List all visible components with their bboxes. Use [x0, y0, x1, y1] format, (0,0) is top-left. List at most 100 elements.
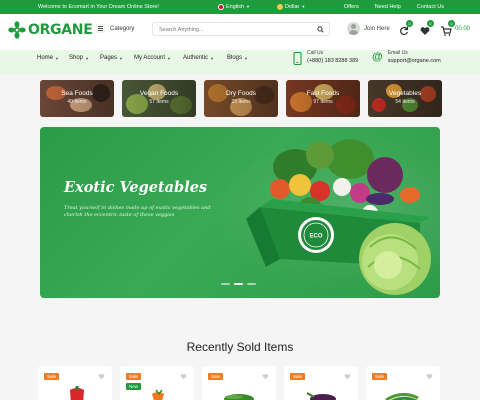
category-count: 57 Items — [149, 99, 169, 105]
sale-badge: Sale — [126, 373, 142, 380]
nav-item-label: Shop — [69, 55, 84, 61]
nav-item-label: Pages — [100, 55, 118, 61]
phone-icon — [293, 52, 302, 65]
welcome-text: Welcome to Ecomart in Your Dream Online … — [38, 4, 159, 10]
contact-us-link[interactable]: Contact Us — [417, 4, 444, 10]
compare-count-badge: 0 — [406, 20, 413, 27]
nav-item-my-account[interactable]: My Account ▼ — [134, 55, 171, 61]
nav-item-label: Home — [37, 55, 54, 61]
slider-dot[interactable] — [221, 283, 230, 285]
chevron-down-icon: ▼ — [167, 55, 171, 61]
menu-icon — [96, 24, 105, 33]
main-nav: Home ▼ Shop ▼ Pages ▼ My Account ▼ Authentic… — [0, 50, 480, 74]
category-button[interactable]: Category — [96, 24, 134, 33]
chevron-down-icon: ▼ — [55, 55, 59, 61]
cucumber-icon — [224, 394, 254, 400]
nav-item-home[interactable]: Home ▼ — [37, 55, 59, 61]
new-badge: New — [126, 383, 142, 390]
category-card-fast-foods[interactable]: Fast Foods 97 Items — [286, 80, 360, 117]
header: ORGANE Category Join Here 0 — [0, 14, 480, 50]
heart-icon[interactable] — [426, 373, 433, 380]
product-card[interactable]: Sale — [38, 366, 112, 400]
login-label: Join Here — [364, 25, 390, 32]
language-selector[interactable]: English ▼ — [218, 3, 251, 10]
flag-icon — [218, 3, 224, 10]
pepper-icon — [70, 386, 84, 400]
cart-count-badge: 0 — [448, 20, 455, 27]
category-cards: Sea Foods 40 Items Vegan Foods 57 Items … — [40, 80, 442, 118]
need-help-link[interactable]: Need Help — [375, 4, 401, 10]
heart-icon[interactable] — [344, 373, 351, 380]
wishlist-count-badge: 0 — [427, 20, 434, 27]
heart-icon[interactable] — [180, 373, 187, 380]
search-input[interactable] — [159, 25, 309, 34]
eggplant-icon — [306, 392, 336, 400]
category-name: Fast Foods — [306, 90, 340, 97]
phone-number[interactable]: (+880) 183 8288 389 — [307, 58, 358, 64]
email-address[interactable]: support@organe.com — [388, 58, 441, 64]
hero-banner[interactable]: Exotic Vegetables Treat yourself to dish… — [40, 127, 440, 298]
beans-icon — [385, 393, 419, 400]
hero-subtitle: Treat yourself to dishes made up of exot… — [64, 205, 211, 218]
dollar-icon — [277, 3, 283, 10]
category-count: 23 Items — [231, 99, 251, 105]
call-us-block: Call Us (+880) 183 8288 389 — [293, 50, 358, 65]
search-box — [152, 22, 330, 36]
heart-icon[interactable] — [98, 373, 105, 380]
product-card[interactable]: Sale — [366, 366, 440, 400]
product-card[interactable]: Sale New — [120, 366, 194, 400]
category-card-dry-foods[interactable]: Dry Foods 23 Items — [204, 80, 278, 117]
language-label: English — [226, 3, 245, 10]
nav-item-label: Authentic — [183, 55, 209, 61]
slider-dot-active[interactable] — [234, 283, 243, 285]
logo-text: ORGANE — [28, 22, 93, 38]
category-label: Category — [110, 25, 135, 32]
nav-item-authentic[interactable]: Authentic ▼ — [183, 55, 214, 61]
nav-item-pages[interactable]: Pages ▼ — [100, 55, 123, 61]
hero-slider-dots — [221, 283, 256, 285]
chevron-down-icon: ▼ — [246, 4, 251, 9]
category-card-vegan-foods[interactable]: Vegan Foods 57 Items — [122, 80, 196, 117]
sale-badge: Sale — [290, 373, 306, 380]
offers-link[interactable]: Offers — [344, 4, 359, 10]
heart-icon[interactable] — [262, 373, 269, 380]
category-count: 54 Items — [395, 99, 415, 105]
sale-badge: Sale — [372, 373, 388, 380]
category-name: Vegetables — [388, 90, 422, 97]
category-count: 97 Items — [313, 99, 333, 105]
currency-label: Dollar — [285, 3, 300, 10]
sale-badge: Sale — [44, 373, 60, 380]
slider-dot[interactable] — [247, 283, 256, 285]
wishlist-button[interactable]: 0 — [419, 20, 434, 36]
page: Welcome to Ecomart in Your Dream Online … — [0, 0, 480, 400]
nav-item-blogs[interactable]: Blogs ▼ — [227, 55, 248, 61]
nav-item-label: Blogs — [227, 55, 243, 61]
avatar — [347, 22, 360, 35]
email-us-block: @ Email Us support@organe.com — [372, 50, 441, 64]
nav-item-label: My Account — [134, 55, 166, 61]
cart-button[interactable]: 0 — [440, 20, 455, 36]
eco-badge-text: ECO — [309, 234, 322, 240]
sale-badge: Sale — [208, 373, 224, 380]
email-us-label: Email Us — [387, 50, 408, 56]
top-links: Offers Need Help Contact Us — [344, 4, 444, 10]
compare-button[interactable]: 0 — [398, 20, 413, 36]
login-button[interactable]: Join Here — [347, 22, 390, 35]
nav-item-shop[interactable]: Shop ▼ — [69, 55, 89, 61]
hero-title: Exotic Vegetables — [64, 179, 208, 196]
chevron-down-icon: ▼ — [85, 55, 89, 61]
call-us-label: Call Us — [307, 50, 324, 56]
logo[interactable]: ORGANE — [8, 21, 93, 39]
product-card[interactable]: Sale — [284, 366, 358, 400]
category-card-sea-foods[interactable]: Sea Foods 40 Items — [40, 80, 114, 117]
product-card[interactable]: Sale — [202, 366, 276, 400]
chevron-down-icon: ▼ — [301, 4, 306, 9]
vegetable-box-illustration: ECO — [246, 139, 431, 295]
leaf-logo-icon — [8, 21, 26, 39]
top-bar: Welcome to Ecomart in Your Dream Online … — [0, 0, 480, 14]
search-icon[interactable] — [317, 26, 324, 33]
currency-selector[interactable]: Dollar ▼ — [277, 3, 306, 10]
chevron-down-icon: ▼ — [210, 55, 214, 61]
category-card-vegetables[interactable]: Vegetables 54 Items — [368, 80, 442, 117]
recent-products: Sale Sale New Sale Sale Sale — [36, 366, 446, 400]
